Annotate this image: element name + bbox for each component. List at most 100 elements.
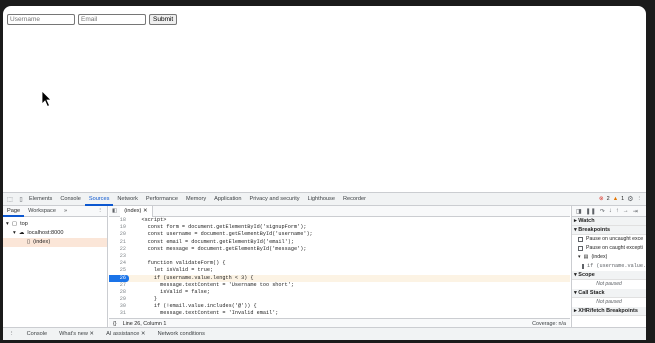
line-number[interactable]: 19 xyxy=(109,224,129,231)
drawer-tab-whats-new[interactable]: What's new ✕ xyxy=(53,331,100,337)
inspect-element-icon[interactable]: ⬚ xyxy=(6,195,14,203)
checkbox[interactable] xyxy=(582,264,584,269)
checkbox[interactable] xyxy=(578,237,583,242)
tab-network[interactable]: Network xyxy=(113,193,142,206)
call-stack-status: Not paused xyxy=(596,299,622,305)
issue-badges[interactable]: ⊗ 2 ▲ 1 ⚙ ⋮ xyxy=(599,195,642,203)
code-line: 19 const form = document.getElementById(… xyxy=(109,224,570,231)
drawer-menu-icon[interactable]: ⋮ xyxy=(3,331,21,337)
pause-caught-option[interactable]: Pause on caught excepti xyxy=(572,244,646,253)
code-editor: ◧ (index) ✕ 18 <script> 19 const form = d… xyxy=(109,205,570,328)
watch-label: Watch xyxy=(578,218,595,224)
line-number[interactable]: 31 xyxy=(109,310,129,317)
tab-performance[interactable]: Performance xyxy=(142,193,182,206)
signup-form: Submit xyxy=(7,14,178,25)
breakpoint-file-label: (index) xyxy=(591,254,608,260)
device-toolbar-icon[interactable]: ▯ xyxy=(17,195,25,203)
pause-uncaught-option[interactable]: Pause on uncaught exce xyxy=(572,235,646,244)
breakpoint-code: if (username.value.le xyxy=(587,263,646,269)
drawer-tab-ai-assistance[interactable]: AI assistance ✕ xyxy=(100,331,152,337)
tab-elements[interactable]: Elements xyxy=(25,193,56,206)
line-number[interactable]: 25 xyxy=(109,267,129,274)
code-line: 28 isValid = false; xyxy=(109,289,570,296)
file-tab-label: (index) xyxy=(124,207,142,214)
option-label: Pause on caught excepti xyxy=(586,245,643,251)
tab-privacy-security[interactable]: Privacy and security xyxy=(246,193,304,206)
scope-status: Not paused xyxy=(596,281,622,287)
tree-node-label: top xyxy=(20,221,28,227)
line-number[interactable]: 30 xyxy=(109,303,129,310)
toggle-debugger-icon[interactable]: ◨ xyxy=(576,208,582,215)
scope-section[interactable]: ▾ Scope xyxy=(572,271,646,280)
code-text: message.textContent = 'Username too shor… xyxy=(129,281,294,288)
drawer-tab-network-conditions[interactable]: Network conditions xyxy=(152,331,211,337)
debugger-toolbar: ◨ ❚❚ ↷ ↓ ↑ → ⇥ xyxy=(572,206,646,217)
tab-recorder[interactable]: Recorder xyxy=(339,193,370,206)
tab-workspace[interactable]: Workspace xyxy=(24,206,60,217)
more-tabs-icon[interactable]: » xyxy=(60,206,71,217)
chevron-down-icon: ▾ xyxy=(13,230,16,236)
email-input[interactable] xyxy=(78,14,146,25)
tree-node-top[interactable]: ▾ ▢ top xyxy=(3,220,107,229)
tab-memory[interactable]: Memory xyxy=(182,193,210,206)
line-number[interactable]: 18 xyxy=(109,217,129,224)
tab-application[interactable]: Application xyxy=(210,193,245,206)
step-over-icon[interactable]: ↷ xyxy=(600,208,605,215)
drawer-tab-console[interactable]: Console xyxy=(21,331,54,337)
navigator-menu-icon[interactable]: ⋮ xyxy=(93,206,107,217)
mouse-cursor-icon xyxy=(41,90,52,108)
watch-section[interactable]: ▸ Watch xyxy=(572,217,646,226)
cloud-icon: ☁ xyxy=(18,230,25,236)
username-input[interactable] xyxy=(7,14,75,25)
line-number[interactable]: 26 xyxy=(109,274,129,282)
tab-console[interactable]: Console xyxy=(56,193,85,206)
checkbox[interactable] xyxy=(578,246,583,251)
coverage-status: Coverage: n/a xyxy=(532,320,566,327)
line-number[interactable]: 27 xyxy=(109,282,129,289)
submit-button[interactable]: Submit xyxy=(149,14,178,25)
breakpoints-section[interactable]: ▾ Breakpoints xyxy=(572,226,646,235)
line-number[interactable]: 29 xyxy=(109,296,129,303)
code-line: 26 if (username.value.length < 3) { xyxy=(109,274,570,282)
step-out-icon[interactable]: ↑ xyxy=(616,208,619,214)
code-text: if (!email.value.includes('@')) { xyxy=(129,303,257,310)
code-view[interactable]: 18 <script> 19 const form = document.getE… xyxy=(109,217,570,318)
breakpoint-file[interactable]: ▾ ▤ (index) xyxy=(572,253,646,262)
code-line: 24 function validateForm() { xyxy=(109,260,570,267)
line-number[interactable]: 21 xyxy=(109,239,129,246)
close-icon[interactable]: ✕ xyxy=(143,208,148,214)
tree-node-index[interactable]: ▯ (index) xyxy=(3,238,107,247)
xhr-breakpoints-section[interactable]: ▸ XHR/fetch Breakpoints xyxy=(572,307,646,316)
page-viewport: Submit xyxy=(3,6,646,192)
tree-node-label: localhost:8000 xyxy=(27,230,64,236)
tree-node-localhost[interactable]: ▾ ☁ localhost:8000 xyxy=(3,229,107,238)
code-line: 31 message.textContent = 'Invalid email'… xyxy=(109,310,570,317)
tab-sources[interactable]: Sources xyxy=(84,193,114,206)
code-text: let isValid = true; xyxy=(129,267,214,274)
step-icon[interactable]: → xyxy=(623,208,629,214)
call-stack-section[interactable]: ▾ Call Stack xyxy=(572,289,646,298)
pretty-print-icon[interactable]: {} xyxy=(113,321,117,327)
code-text: const email = document.getElementById('e… xyxy=(129,238,294,245)
step-into-icon[interactable]: ↓ xyxy=(609,208,612,214)
line-number[interactable]: 23 xyxy=(109,253,129,260)
toggle-navigator-icon[interactable]: ◧ xyxy=(109,208,120,214)
line-number[interactable]: 20 xyxy=(109,231,129,238)
more-options-icon[interactable]: ⋮ xyxy=(637,196,643,202)
line-number[interactable]: 24 xyxy=(109,260,129,267)
code-line: 18 <script> xyxy=(109,217,570,224)
settings-gear-icon[interactable]: ⚙ xyxy=(627,195,633,203)
error-count: 2 xyxy=(606,196,610,202)
warning-count: 1 xyxy=(621,196,625,202)
deactivate-breakpoints-icon[interactable]: ⇥ xyxy=(633,208,638,215)
tab-page[interactable]: Page xyxy=(3,206,25,217)
line-number[interactable]: 28 xyxy=(109,289,129,296)
tab-lighthouse[interactable]: Lighthouse xyxy=(304,193,339,206)
navigator-tabs: Page Workspace » ⋮ xyxy=(3,206,107,217)
file-tab-index[interactable]: (index) ✕ xyxy=(120,205,153,217)
code-line: 23 xyxy=(109,253,570,260)
pause-icon[interactable]: ❚❚ xyxy=(586,208,596,215)
breakpoint-entry[interactable]: if (username.value.le xyxy=(572,262,646,271)
line-number[interactable]: 22 xyxy=(109,246,129,253)
code-line: 29 } xyxy=(109,296,570,303)
